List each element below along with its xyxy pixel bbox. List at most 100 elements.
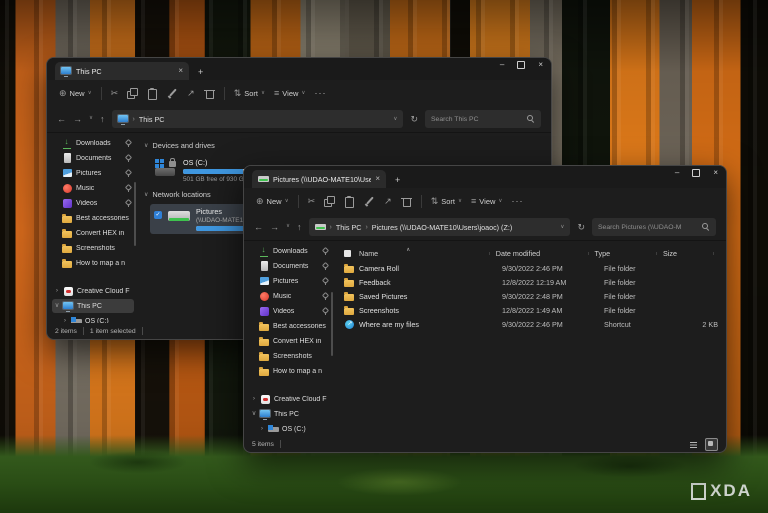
large-icons-view-toggle[interactable] bbox=[705, 438, 718, 451]
checkbox-checked[interactable]: ✓ bbox=[154, 211, 162, 219]
file-row-saved-pictures[interactable]: Saved Pictures 9/30/2022 2:48 PM File fo… bbox=[341, 289, 718, 303]
column-header-name[interactable]: Name∧ bbox=[357, 249, 494, 258]
history-dropdown-icon[interactable]: ∨ bbox=[286, 224, 290, 230]
delete-icon[interactable] bbox=[401, 196, 412, 207]
sidebar-item-music[interactable]: Music bbox=[52, 181, 134, 195]
column-header-type[interactable]: Type bbox=[593, 249, 661, 258]
sidebar-item-best-accessories[interactable]: Best accessories bbox=[52, 211, 134, 225]
search-icon bbox=[702, 223, 710, 231]
sort-button[interactable]: ⇅ Sort ∨ bbox=[234, 89, 265, 98]
chevron-right-icon[interactable]: › bbox=[62, 318, 68, 323]
share-icon[interactable]: ↗ bbox=[187, 89, 195, 98]
paste-icon[interactable] bbox=[344, 196, 355, 207]
breadcrumb[interactable]: This PC bbox=[336, 223, 362, 232]
sidebar-item-screenshots[interactable]: Screenshots bbox=[249, 349, 331, 363]
copy-icon[interactable] bbox=[127, 88, 138, 99]
sidebar-item-creative-cloud[interactable]: ›Creative Cloud F bbox=[249, 392, 331, 406]
refresh-button[interactable]: ↻ bbox=[577, 223, 585, 232]
close-button[interactable]: × bbox=[538, 61, 543, 69]
share-icon[interactable]: ↗ bbox=[384, 197, 392, 206]
history-dropdown-icon[interactable]: ∨ bbox=[89, 116, 93, 122]
sidebar-item-os-c[interactable]: ›OS (C:) bbox=[60, 314, 134, 323]
chevron-right-icon[interactable]: › bbox=[54, 288, 60, 295]
new-button[interactable]: ⊕ New ∨ bbox=[59, 89, 92, 98]
more-options-icon[interactable]: ··· bbox=[314, 89, 326, 98]
sidebar-item-videos[interactable]: Videos bbox=[52, 196, 134, 210]
chevron-down-icon[interactable]: ∨ bbox=[251, 411, 257, 418]
select-all-checkbox[interactable] bbox=[344, 250, 351, 257]
sidebar-item-documents[interactable]: Documents bbox=[52, 151, 134, 165]
chevron-right-icon[interactable]: › bbox=[251, 396, 257, 403]
minimize-button[interactable]: – bbox=[500, 61, 504, 69]
sidebar-item-creative-cloud[interactable]: ›Creative Cloud F bbox=[52, 284, 134, 298]
maximize-button[interactable] bbox=[517, 61, 525, 69]
address-dropdown-icon[interactable]: ∨ bbox=[393, 116, 397, 122]
sidebar-item-convert-hex[interactable]: Convert HEX in bbox=[249, 334, 331, 348]
section-chevron-icon[interactable]: ∨ bbox=[144, 191, 148, 198]
forward-button[interactable]: → bbox=[270, 223, 279, 232]
sidebar-item-documents[interactable]: Documents bbox=[249, 259, 331, 273]
sidebar-item-os-c[interactable]: ›OS (C:) bbox=[257, 422, 331, 436]
tab-pictures-network[interactable]: Pictures (\\UDAO-MATE10\Use × bbox=[252, 170, 386, 188]
address-bar[interactable]: › This PC ∨ bbox=[112, 110, 404, 128]
paste-icon[interactable] bbox=[147, 88, 158, 99]
copy-icon[interactable] bbox=[324, 196, 335, 207]
sidebar-item-how-to-map[interactable]: How to map a n bbox=[52, 256, 134, 270]
sidebar-item-convert-hex[interactable]: Convert HEX in bbox=[52, 226, 134, 240]
view-button[interactable]: ≡ View ∨ bbox=[274, 89, 305, 98]
address-dropdown-icon[interactable]: ∨ bbox=[560, 224, 564, 230]
sidebar-item-this-pc[interactable]: ∨This PC bbox=[249, 407, 331, 421]
new-tab-button[interactable]: + bbox=[395, 176, 400, 185]
rename-icon[interactable] bbox=[167, 88, 178, 99]
new-button[interactable]: ⊕ New ∨ bbox=[256, 197, 289, 206]
column-header-size[interactable]: Size bbox=[661, 249, 718, 258]
cut-icon[interactable]: ✂ bbox=[111, 89, 119, 98]
more-options-icon[interactable]: ··· bbox=[511, 197, 523, 206]
new-label: New bbox=[267, 197, 282, 206]
sidebar-item-music[interactable]: Music bbox=[249, 289, 331, 303]
file-row-screenshots[interactable]: Screenshots 12/8/2022 1:49 AM File folde… bbox=[341, 303, 718, 317]
chevron-right-icon[interactable]: › bbox=[259, 426, 265, 433]
sidebar-item-downloads[interactable]: Downloads bbox=[52, 136, 134, 150]
sidebar-item-this-pc[interactable]: ∨This PC bbox=[52, 299, 134, 313]
new-tab-button[interactable]: + bbox=[198, 68, 203, 77]
back-button[interactable]: ← bbox=[57, 115, 66, 124]
details-view-toggle[interactable] bbox=[688, 439, 699, 450]
sidebar-item-downloads[interactable]: Downloads bbox=[249, 244, 331, 258]
breadcrumb[interactable]: This PC bbox=[139, 115, 165, 124]
section-devices[interactable]: ∨ Devices and drives bbox=[144, 141, 543, 150]
up-button[interactable]: ↑ bbox=[297, 223, 302, 232]
forward-button[interactable]: → bbox=[73, 115, 82, 124]
cut-icon[interactable]: ✂ bbox=[308, 197, 316, 206]
sidebar-item-best-accessories[interactable]: Best accessories bbox=[249, 319, 331, 333]
file-row-feedback[interactable]: Feedback 12/8/2022 12:19 AM File folder bbox=[341, 275, 718, 289]
sidebar-item-videos[interactable]: Videos bbox=[249, 304, 331, 318]
column-header-date-modified[interactable]: Date modified bbox=[494, 249, 593, 258]
chevron-down-icon[interactable]: ∨ bbox=[54, 303, 60, 310]
sidebar-item-pictures[interactable]: Pictures bbox=[52, 166, 134, 180]
sort-button[interactable]: ⇅ Sort ∨ bbox=[431, 197, 462, 206]
back-button[interactable]: ← bbox=[254, 223, 263, 232]
tab-close-icon[interactable]: × bbox=[178, 67, 183, 75]
file-row-camera-roll[interactable]: Camera Roll 9/30/2022 2:46 PM File folde… bbox=[341, 261, 718, 275]
sidebar-item-screenshots[interactable]: Screenshots bbox=[52, 241, 134, 255]
refresh-button[interactable]: ↻ bbox=[410, 115, 418, 124]
rename-icon[interactable] bbox=[364, 196, 375, 207]
tab-this-pc[interactable]: This PC × bbox=[55, 62, 189, 80]
up-button[interactable]: ↑ bbox=[100, 115, 105, 124]
section-chevron-icon[interactable]: ∨ bbox=[144, 142, 148, 149]
maximize-button[interactable] bbox=[692, 169, 700, 177]
address-bar[interactable]: › This PC › Pictures (\\UDAO-MATE10\User… bbox=[309, 218, 571, 236]
file-row-where-are-my-files[interactable]: Where are my files 9/30/2022 2:46 PM Sho… bbox=[341, 317, 718, 331]
breadcrumb[interactable]: Pictures (\\UDAO-MATE10\Users\joaoc) (Z:… bbox=[372, 223, 512, 232]
close-button[interactable]: × bbox=[713, 169, 718, 177]
file-name: Saved Pictures bbox=[359, 292, 407, 301]
tab-close-icon[interactable]: × bbox=[375, 175, 380, 183]
view-button[interactable]: ≡ View ∨ bbox=[471, 197, 502, 206]
minimize-button[interactable]: – bbox=[675, 169, 679, 177]
search-input[interactable]: Search Pictures (\\UDAO-M bbox=[592, 218, 716, 236]
delete-icon[interactable] bbox=[204, 88, 215, 99]
sidebar-item-how-to-map[interactable]: How to map a n bbox=[249, 364, 331, 378]
sidebar-item-pictures[interactable]: Pictures bbox=[249, 274, 331, 288]
search-input[interactable]: Search This PC bbox=[425, 110, 541, 128]
